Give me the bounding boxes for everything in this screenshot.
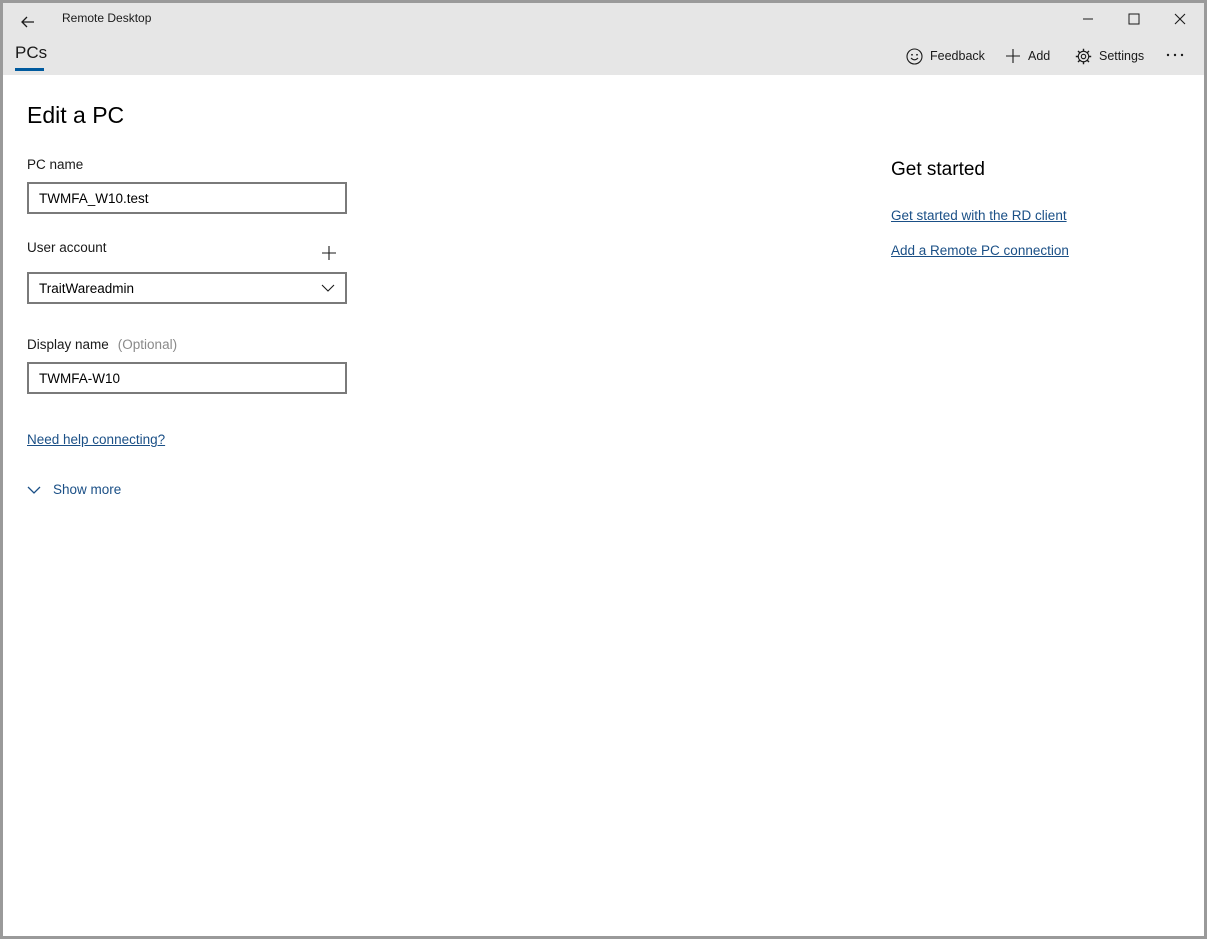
pc-name-label: PC name bbox=[27, 157, 84, 172]
page-title: Edit a PC bbox=[27, 102, 125, 128]
show-more-toggle[interactable]: Show more bbox=[27, 482, 121, 497]
add-label: Add bbox=[1028, 49, 1051, 63]
tab-selected-indicator bbox=[15, 68, 44, 71]
get-started-heading: Get started bbox=[891, 159, 985, 180]
add-user-account-button[interactable] bbox=[319, 243, 339, 263]
app-window: Remote Desktop PCs Feedback Add Settings… bbox=[3, 3, 1204, 936]
display-name-label: Display name (Optional) bbox=[27, 337, 177, 352]
get-started-rd-client-link[interactable]: Get started with the RD client bbox=[891, 208, 1067, 223]
close-button[interactable] bbox=[1157, 3, 1203, 35]
more-options-button[interactable] bbox=[1163, 43, 1187, 67]
close-icon bbox=[1174, 13, 1186, 25]
settings-label: Settings bbox=[1099, 49, 1145, 63]
gear-icon bbox=[1075, 48, 1092, 64]
back-button[interactable] bbox=[13, 7, 43, 37]
plus-icon bbox=[322, 246, 336, 260]
back-arrow-icon bbox=[21, 16, 34, 28]
smiley-icon bbox=[906, 47, 923, 65]
optional-hint: (Optional) bbox=[117, 337, 178, 352]
settings-button[interactable]: Settings bbox=[1075, 45, 1144, 67]
display-name-label-text: Display name bbox=[27, 337, 109, 352]
maximize-button[interactable] bbox=[1111, 3, 1157, 35]
help-connecting-link[interactable]: Need help connecting? bbox=[27, 432, 165, 447]
user-account-label: User account bbox=[27, 240, 107, 255]
ellipsis-icon bbox=[1166, 53, 1184, 57]
user-account-select[interactable]: TraitWareadmin bbox=[27, 272, 347, 304]
tab-pcs[interactable]: PCs bbox=[15, 43, 47, 63]
display-name-input[interactable]: TWMFA-W10 bbox=[27, 362, 347, 394]
minimize-icon bbox=[1083, 18, 1093, 20]
minimize-button[interactable] bbox=[1065, 3, 1111, 35]
show-more-label: Show more bbox=[53, 482, 122, 497]
maximize-icon bbox=[1128, 13, 1140, 25]
chevron-down-icon bbox=[27, 486, 41, 494]
title-bar: Remote Desktop PCs Feedback Add Settings bbox=[3, 3, 1204, 75]
pc-name-value: TWMFA_W10.test bbox=[39, 190, 149, 206]
pc-name-input[interactable]: TWMFA_W10.test bbox=[27, 182, 347, 214]
user-account-value: TraitWareadmin bbox=[39, 280, 135, 296]
feedback-label: Feedback bbox=[930, 49, 985, 63]
app-title: Remote Desktop bbox=[62, 11, 152, 25]
feedback-button[interactable]: Feedback bbox=[906, 45, 985, 67]
chevron-down-icon bbox=[321, 284, 335, 292]
add-button[interactable]: Add bbox=[1005, 45, 1050, 67]
display-name-value: TWMFA-W10 bbox=[39, 370, 120, 386]
add-remote-pc-link[interactable]: Add a Remote PC connection bbox=[891, 243, 1069, 258]
plus-icon bbox=[1006, 49, 1020, 63]
